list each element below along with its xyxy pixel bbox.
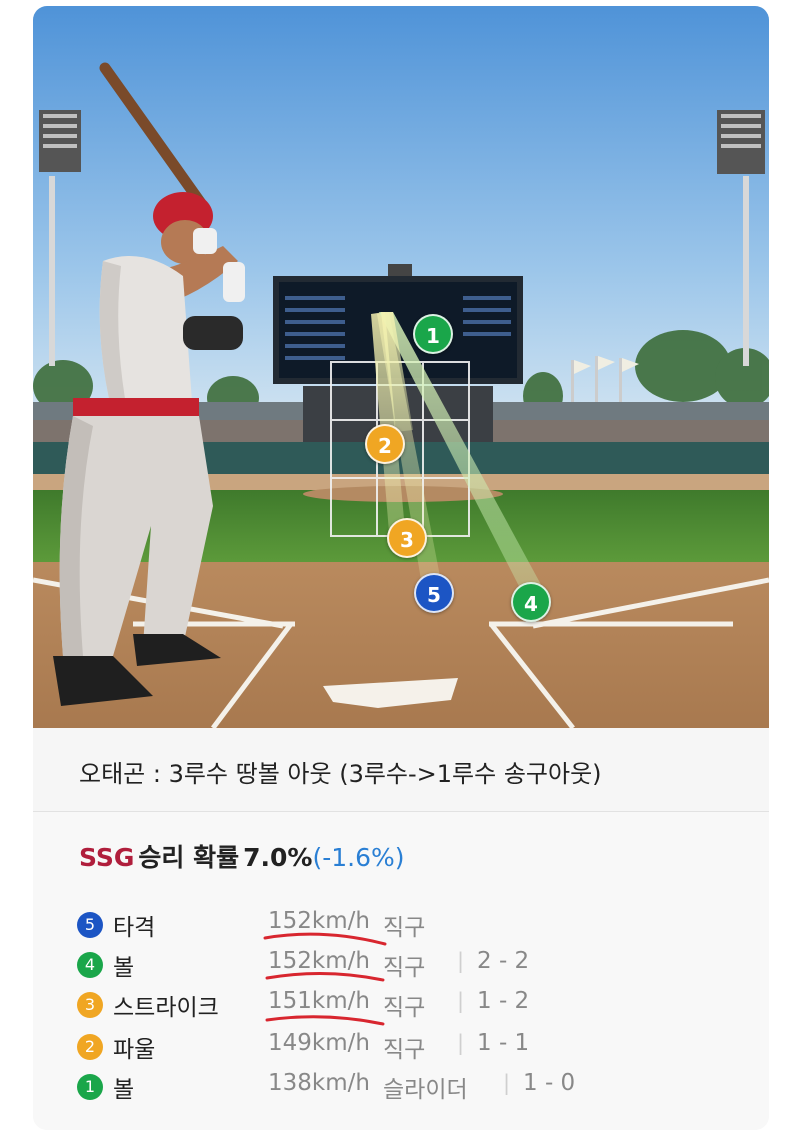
pitch-row[interactable]: 2 파울 149km/h 직구 | 1 - 1: [77, 1030, 757, 1064]
divider: |: [457, 1031, 465, 1055]
pitch-speed: 152km/h: [268, 948, 370, 974]
stadium-scene: 1 2 3 4 5: [33, 6, 769, 728]
divider: |: [457, 949, 465, 973]
pitch-row[interactable]: 1 볼 138km/h 슬라이더 | 1 - 0: [77, 1070, 757, 1104]
pitch-type: 직구: [383, 915, 426, 941]
pitch-speed: 149km/h: [268, 1030, 370, 1056]
win-probability: SSG 승리 확률 7.0%(-1.6%): [79, 838, 405, 874]
pitch-number-badge: 3: [77, 992, 103, 1018]
win-probability-label: 승리 확률: [138, 843, 240, 872]
team-name: SSG: [79, 843, 135, 872]
play-description: 오태곤 : 3루수 땅볼 아웃 (3루수->1루수 송구아웃): [79, 760, 602, 788]
pitch-number-badge: 2: [77, 1034, 103, 1060]
divider: |: [503, 1071, 511, 1095]
pitch-speed: 138km/h: [268, 1070, 370, 1096]
divider: |: [457, 989, 465, 1013]
pitch-number-badge: 5: [77, 912, 103, 938]
pitch-number-badge: 4: [77, 952, 103, 978]
pitch-info-panel: SSG 승리 확률 7.0%(-1.6%) 5 타격 152km/h 직구 4 볼 152km/…: [33, 812, 769, 1130]
pitch-type: 직구: [383, 995, 426, 1021]
ball-strike-count: 1 - 1: [477, 1030, 530, 1056]
batter-figure: [53, 62, 245, 706]
ball-strike-count: 1 - 2: [477, 988, 530, 1014]
ball-strike-count: 1 - 0: [523, 1070, 576, 1096]
pitch-number-badge: 1: [77, 1074, 103, 1100]
ball-strike-count: 2 - 2: [477, 948, 530, 974]
pitch-speed: 152km/h: [268, 908, 370, 934]
pitch-result: 볼: [113, 955, 135, 981]
win-probability-delta: (-1.6%): [312, 843, 405, 872]
pitch-result: 스트라이크: [113, 995, 219, 1021]
pitch-row[interactable]: 4 볼 152km/h 직구 | 2 - 2: [77, 948, 757, 982]
win-probability-value: 7.0%: [243, 843, 313, 872]
pitch-row[interactable]: 5 타격 152km/h 직구: [77, 908, 757, 942]
pitch-type: 직구: [383, 955, 426, 981]
pitch-result: 파울: [113, 1037, 156, 1063]
pitch-result: 볼: [113, 1077, 135, 1103]
pitch-type: 슬라이더: [383, 1077, 468, 1103]
pitch-speed: 151km/h: [268, 988, 370, 1014]
pitch-row[interactable]: 3 스트라이크 151km/h 직구 | 1 - 2: [77, 988, 757, 1022]
play-description-bar: 오태곤 : 3루수 땅볼 아웃 (3루수->1루수 송구아웃): [33, 728, 769, 812]
pitch-tracker-card: 1 2 3 4 5 오태곤: 3루수 땅볼 아웃 (3루수->1루수 송구아웃…: [33, 6, 769, 1130]
pitch-type: 직구: [383, 1037, 426, 1063]
pitch-result: 타격: [113, 915, 156, 941]
